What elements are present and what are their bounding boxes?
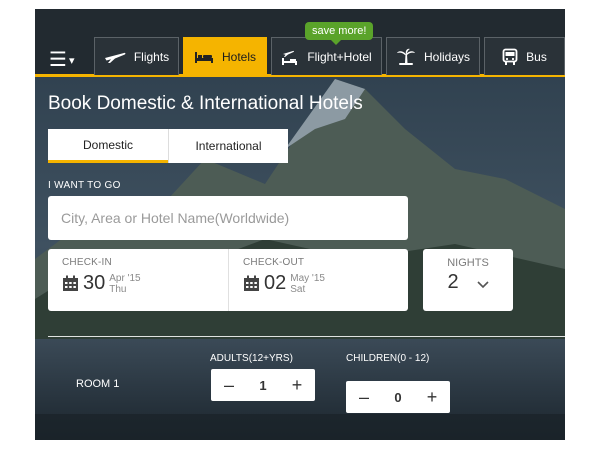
- children-decrement-button[interactable]: –: [356, 387, 372, 408]
- calendar-icon: [62, 275, 79, 292]
- children-label: CHILDREN(0 - 12): [346, 353, 430, 364]
- tab-label: Hotels: [221, 49, 256, 64]
- adults-increment-button[interactable]: +: [289, 375, 305, 396]
- section-divider: [48, 336, 565, 337]
- menu-button[interactable]: ☰ ▾: [49, 47, 85, 71]
- palm-tree-icon: [396, 48, 416, 66]
- checkout-day: 02: [264, 272, 287, 294]
- tab-flight-hotel[interactable]: Flight+Hotel: [271, 37, 382, 75]
- chevron-down-icon: [476, 280, 489, 289]
- tab-holidays[interactable]: Holidays: [386, 37, 480, 75]
- tab-hotels[interactable]: Hotels: [183, 37, 267, 75]
- nights-select[interactable]: NIGHTS 2: [423, 249, 513, 311]
- tab-label: Bus: [526, 49, 547, 64]
- save-more-badge: save more!: [305, 22, 374, 45]
- page-title: Book Domestic & International Hotels: [48, 93, 363, 114]
- checkin-weekday: Thu: [109, 283, 127, 295]
- checkout-label: CHECK-OUT: [243, 257, 305, 268]
- nights-label: NIGHTS: [447, 257, 489, 269]
- room-label: ROOM 1: [76, 378, 120, 390]
- adults-stepper: – 1 +: [211, 369, 315, 401]
- checkin-date[interactable]: CHECK-IN 30 Apr '15 Thu: [48, 249, 228, 311]
- plane-icon: [104, 50, 126, 64]
- checkin-month-year: Apr '15: [109, 272, 141, 284]
- segment-international[interactable]: International: [168, 129, 288, 163]
- adults-count: 1: [259, 377, 267, 393]
- adults-label: ADULTS(12+YRS): [210, 353, 293, 364]
- tab-label: Flight+Hotel: [307, 49, 372, 64]
- children-stepper: – 0 +: [346, 381, 450, 413]
- tab-label: Flights: [133, 49, 170, 64]
- children-increment-button[interactable]: +: [424, 387, 440, 408]
- segment-domestic[interactable]: Domestic: [48, 129, 168, 163]
- tab-flights[interactable]: Flights: [94, 37, 179, 75]
- checkin-day: 30: [83, 272, 106, 294]
- bed-icon: [194, 50, 214, 64]
- calendar-icon: [243, 275, 260, 292]
- nights-value: 2: [447, 271, 459, 293]
- hamburger-icon: ☰: [49, 48, 67, 71]
- checkin-label: CHECK-IN: [62, 257, 112, 268]
- destination-label: I WANT TO GO: [48, 180, 121, 191]
- hotel-booking-widget: ☰ ▾ Flights Hotels Flight+Hotel save mor…: [35, 9, 565, 440]
- checkout-weekday: Sat: [290, 283, 306, 295]
- chevron-down-icon: ▾: [68, 54, 75, 67]
- adults-decrement-button[interactable]: –: [221, 375, 237, 396]
- date-selector: CHECK-IN 30 Apr '15 Thu CHECK-OUT 02 May…: [48, 249, 408, 311]
- bus-icon: [502, 48, 518, 66]
- destination-input[interactable]: [48, 196, 408, 240]
- flight-hotel-icon: [281, 48, 299, 66]
- tab-label: Holidays: [423, 49, 471, 64]
- tab-bus[interactable]: Bus: [484, 37, 565, 75]
- children-count: 0: [394, 389, 402, 405]
- checkout-date[interactable]: CHECK-OUT 02 May '15 Sat: [228, 249, 408, 311]
- domestic-international-toggle: Domestic International: [48, 129, 288, 163]
- checkout-month-year: May '15: [290, 272, 325, 284]
